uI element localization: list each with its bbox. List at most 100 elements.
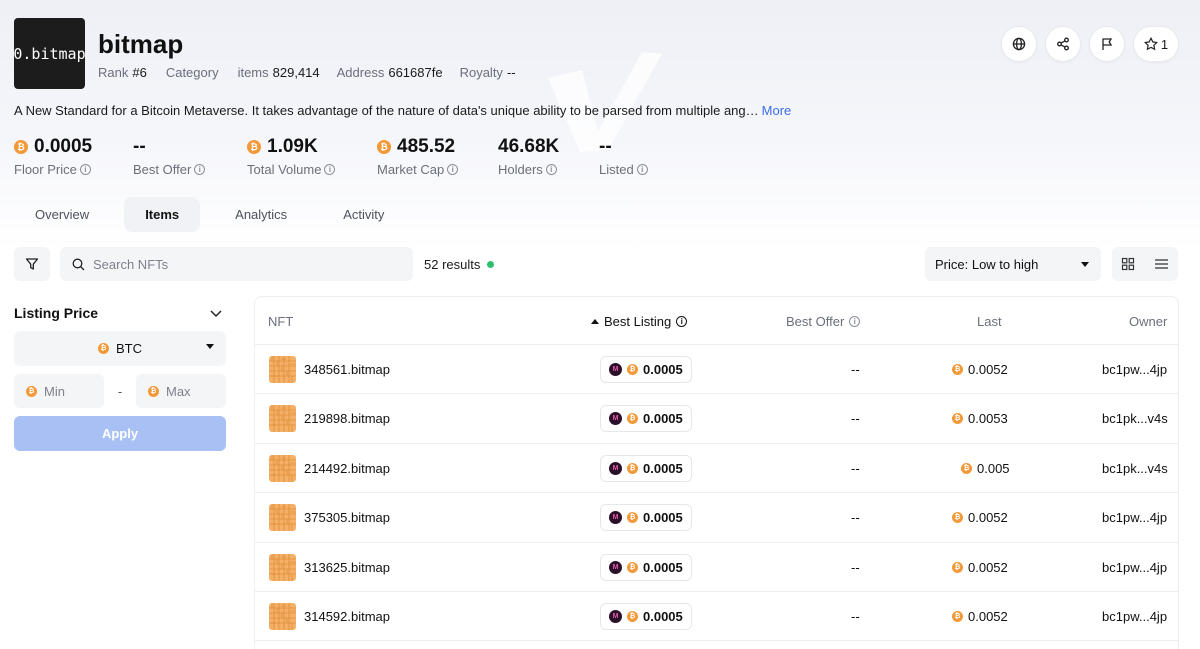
tab-items[interactable]: Items bbox=[124, 197, 201, 232]
nft-thumbnail bbox=[269, 356, 296, 383]
info-icon[interactable]: i bbox=[447, 164, 459, 175]
nft-cell: 214492.bitmap bbox=[269, 444, 390, 493]
website-button[interactable] bbox=[1001, 26, 1037, 62]
tab-analytics[interactable]: Analytics bbox=[214, 197, 308, 232]
search-input[interactable] bbox=[93, 256, 393, 272]
favorite-button[interactable]: 1 bbox=[1133, 26, 1179, 62]
address-info[interactable]: Address 661687fe bbox=[337, 65, 443, 80]
nft-thumbnail bbox=[269, 405, 296, 433]
info-icon[interactable]: i bbox=[676, 316, 688, 327]
listing-pill[interactable]: M ₿ 0.0005 bbox=[600, 504, 692, 532]
owner-address[interactable]: bc1pw...4jp bbox=[1102, 510, 1167, 525]
header-best-offer[interactable]: Best Offer i bbox=[786, 314, 861, 329]
last-price-cell: ₿ 0.0052 bbox=[952, 345, 1008, 394]
list-view-icon[interactable] bbox=[1154, 257, 1169, 271]
btc-icon: ₿ bbox=[952, 512, 963, 524]
header-owner[interactable]: Owner bbox=[1129, 314, 1167, 329]
owner-address[interactable]: bc1pw...4jp bbox=[1102, 362, 1167, 377]
chevron-down-icon[interactable] bbox=[208, 305, 224, 321]
max-price-input[interactable] bbox=[166, 383, 221, 399]
owner-address[interactable]: bc1pk...v4s bbox=[1102, 411, 1168, 426]
table-row[interactable]: 219898.bitmap M ₿ 0.0005 -- ₿ 0.0053 bc1… bbox=[255, 394, 1178, 444]
owner-cell: bc1pw...4jp bbox=[1102, 543, 1167, 592]
nft-cell: 348561.bitmap bbox=[269, 345, 390, 394]
nft-name[interactable]: 314592.bitmap bbox=[304, 609, 390, 624]
owner-address[interactable]: bc1pw...4jp bbox=[1102, 609, 1167, 624]
btc-icon: ₿ bbox=[627, 364, 638, 375]
best-listing-cell: M ₿ 0.0005 bbox=[600, 493, 692, 542]
nft-table: NFT Best Listing i Best Offer i Last Own… bbox=[254, 296, 1179, 649]
btc-icon: ₿ bbox=[952, 413, 963, 425]
owner-cell: bc1pk...v4s bbox=[1102, 444, 1168, 493]
holders-value: 46.68K bbox=[498, 136, 560, 157]
listing-pill[interactable]: M ₿ 0.0005 bbox=[600, 405, 692, 433]
best-offer-value: -- bbox=[851, 510, 860, 526]
owner-cell: bc1pk...v4s bbox=[1102, 394, 1168, 443]
caret-down-icon bbox=[206, 344, 214, 349]
header-last[interactable]: Last bbox=[977, 314, 1002, 329]
currency-select[interactable]: ₿ BTC bbox=[14, 331, 226, 366]
grid-view-icon[interactable] bbox=[1121, 257, 1135, 271]
best-listing-cell: M ₿ 0.0005 bbox=[600, 444, 692, 493]
table-row[interactable]: 214492.bitmap M ₿ 0.0005 -- ₿ 0.005 bc1p… bbox=[255, 444, 1178, 494]
filter-icon bbox=[25, 258, 39, 270]
table-row[interactable]: 314592.bitmap M ₿ 0.0005 -- ₿ 0.0052 bc1… bbox=[255, 592, 1178, 642]
nft-name[interactable]: 375305.bitmap bbox=[304, 510, 390, 525]
owner-address[interactable]: bc1pk...v4s bbox=[1102, 461, 1168, 476]
nft-name[interactable]: 214492.bitmap bbox=[304, 461, 390, 476]
star-icon bbox=[1143, 37, 1158, 51]
header-nft: NFT bbox=[268, 314, 294, 329]
info-icon[interactable]: i bbox=[545, 164, 557, 175]
apply-button[interactable]: Apply bbox=[14, 416, 226, 451]
listing-pill[interactable]: M ₿ 0.0005 bbox=[600, 602, 692, 630]
min-price-input[interactable] bbox=[44, 383, 99, 399]
tab-activity[interactable]: Activity bbox=[322, 197, 405, 232]
listing-price: 0.0005 bbox=[643, 559, 683, 575]
caret-down-icon bbox=[1081, 261, 1089, 267]
table-row[interactable]: 375305.bitmap M ₿ 0.0005 -- ₿ 0.0052 bc1… bbox=[255, 493, 1178, 543]
owner-address[interactable]: bc1pw...4jp bbox=[1102, 560, 1167, 575]
owner-cell: bc1pw...4jp bbox=[1102, 493, 1167, 542]
nft-name[interactable]: 219898.bitmap bbox=[304, 411, 390, 426]
total-volume-label: Total Volume bbox=[247, 162, 322, 177]
listing-pill[interactable]: M ₿ 0.0005 bbox=[600, 356, 692, 383]
favorite-count: 1 bbox=[1160, 36, 1169, 52]
owner-cell: bc1pw...4jp bbox=[1102, 592, 1167, 641]
best-listing-cell: M ₿ 0.0005 bbox=[600, 345, 692, 394]
listing-price: 0.0005 bbox=[643, 460, 683, 476]
last-price-cell: ₿ 0.0052 bbox=[952, 543, 1008, 592]
listing-pill[interactable]: M ₿ 0.0005 bbox=[600, 454, 692, 482]
nft-name[interactable]: 313625.bitmap bbox=[304, 560, 390, 575]
best-listing-cell: M ₿ 0.0005 bbox=[600, 592, 692, 641]
btc-icon: ₿ bbox=[26, 385, 37, 397]
info-icon[interactable]: i bbox=[79, 164, 91, 175]
btc-icon: ₿ bbox=[377, 140, 391, 154]
btc-icon: ₿ bbox=[952, 610, 963, 622]
header-best-listing[interactable]: Best Listing i bbox=[591, 314, 688, 329]
last-price: 0.0053 bbox=[968, 411, 1008, 427]
search-icon bbox=[72, 258, 85, 270]
info-icon[interactable]: i bbox=[636, 164, 648, 175]
stat-total-volume: ₿ 1.09K Total Volume i bbox=[247, 136, 377, 177]
tab-overview[interactable]: Overview bbox=[14, 197, 110, 232]
listed-label: Listed bbox=[599, 162, 634, 177]
more-link[interactable]: More bbox=[762, 103, 792, 118]
info-icon[interactable]: i bbox=[849, 316, 861, 327]
market-cap-value: 485.52 bbox=[397, 136, 456, 157]
nft-name[interactable]: 348561.bitmap bbox=[304, 362, 390, 377]
sort-select[interactable]: Price: Low to high bbox=[925, 247, 1101, 281]
report-button[interactable] bbox=[1089, 26, 1125, 62]
stat-market-cap: ₿ 485.52 Market Cap i bbox=[377, 136, 498, 177]
info-icon[interactable]: i bbox=[324, 164, 336, 175]
flag-icon bbox=[1102, 38, 1113, 50]
bitmap-thumbnail-icon bbox=[269, 405, 296, 433]
filter-toggle-button[interactable] bbox=[14, 247, 50, 281]
collection-logo: 0.bitmap bbox=[14, 18, 85, 89]
listing-pill[interactable]: M ₿ 0.0005 bbox=[600, 553, 692, 581]
best-offer-value: -- bbox=[133, 136, 146, 157]
table-row[interactable]: 348561.bitmap M ₿ 0.0005 -- ₿ 0.0052 bc1… bbox=[255, 345, 1178, 395]
share-button[interactable] bbox=[1045, 26, 1081, 62]
magic-eden-icon: M bbox=[609, 461, 622, 475]
table-row[interactable]: 313625.bitmap M ₿ 0.0005 -- ₿ 0.0052 bc1… bbox=[255, 543, 1178, 592]
info-icon[interactable]: i bbox=[194, 164, 206, 175]
